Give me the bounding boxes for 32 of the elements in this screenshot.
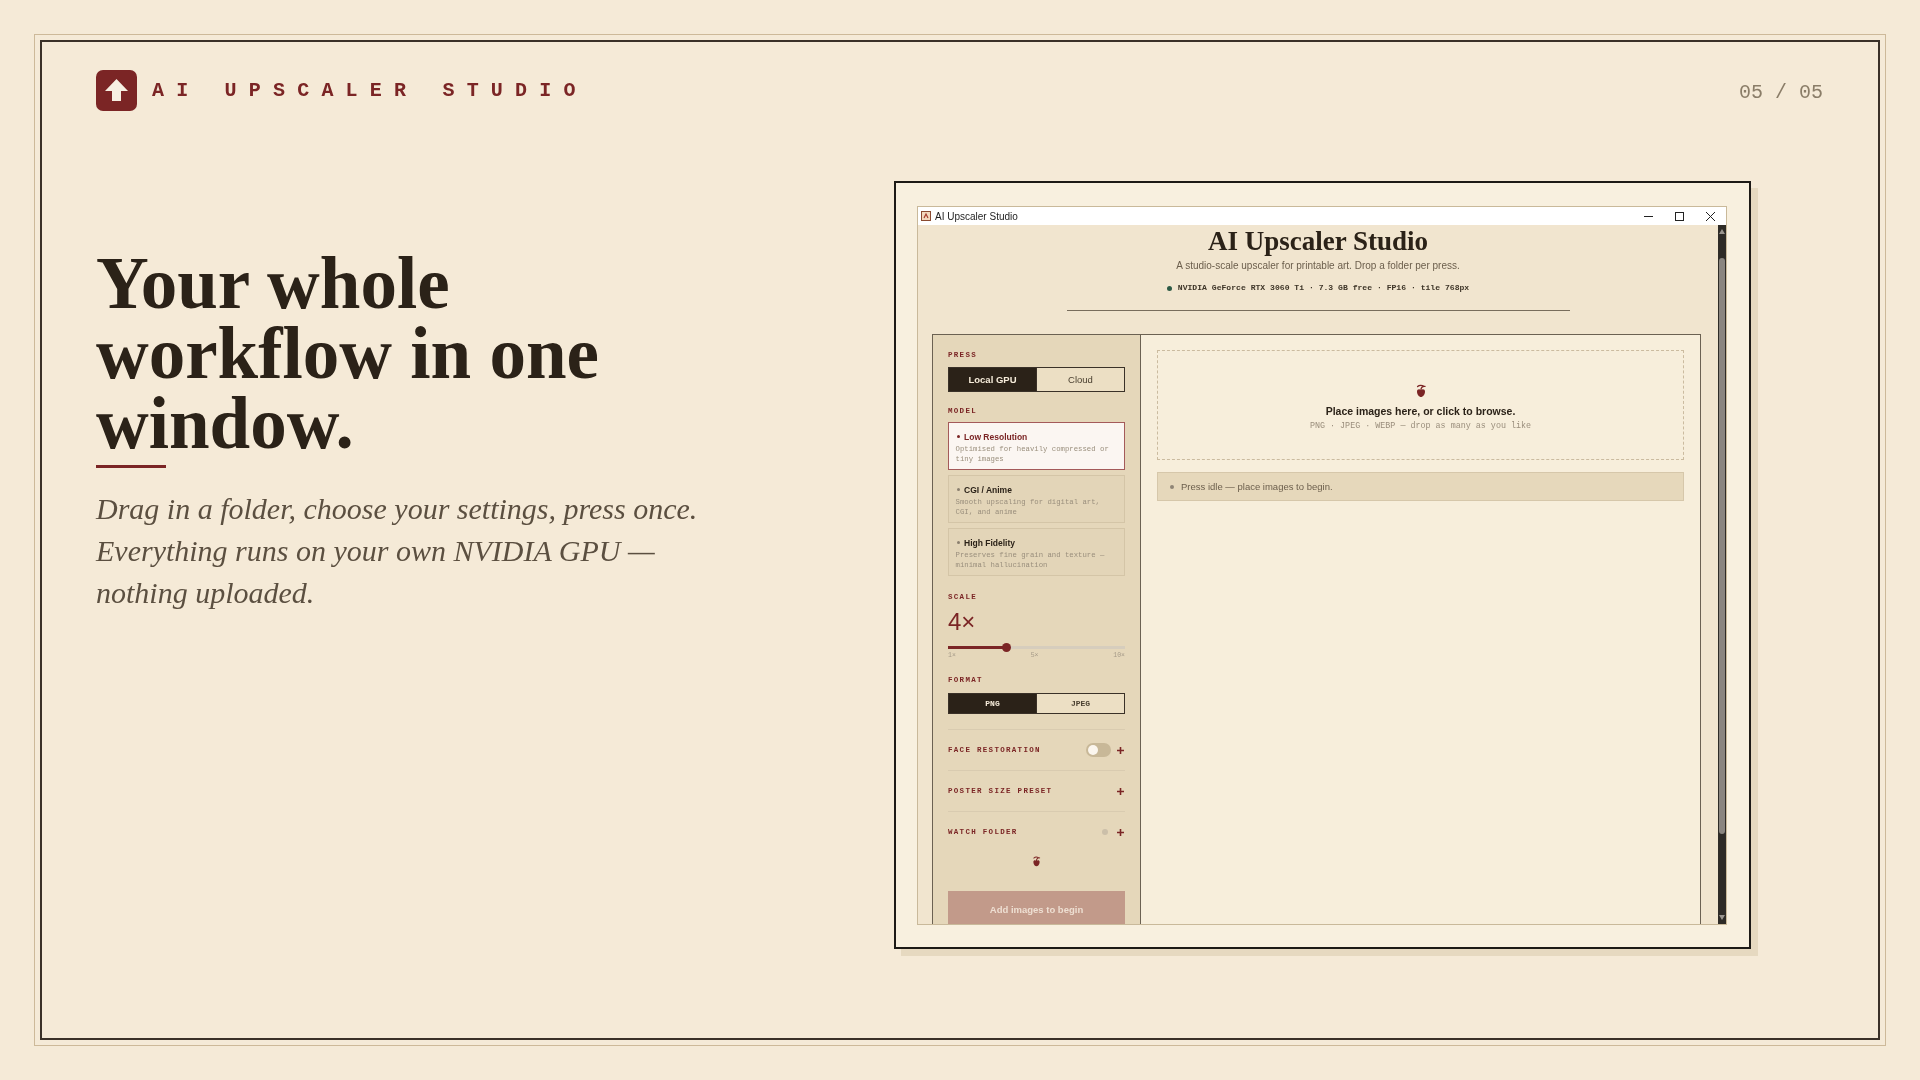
headline: Your whole workflow in one window.	[96, 249, 600, 459]
cherry-icon	[1031, 856, 1042, 867]
scroll-up-arrow-icon[interactable]	[1719, 229, 1725, 234]
toggle-switch[interactable]	[1086, 743, 1111, 757]
app-title: AI Upscaler Studio	[1207, 227, 1428, 255]
bullet-icon	[957, 541, 960, 545]
brand-name: AI UPSCALER STUDIO	[152, 79, 588, 102]
scale-value: 4×	[948, 609, 977, 635]
status-text: Press idle — place images to begin.	[1181, 481, 1333, 492]
plus-icon[interactable]	[1117, 746, 1124, 754]
plus-icon[interactable]	[1117, 828, 1124, 836]
bullet-icon	[957, 488, 960, 492]
scroll-down-arrow-icon[interactable]	[1719, 915, 1725, 920]
format-tab[interactable]: JPEG	[1036, 694, 1124, 713]
drop-zone[interactable]: Place images here, or click to browse. PNG · JPEG · WEBP — drop as many as you like	[1157, 350, 1684, 460]
drop-zone-title: Place images here, or click to browse.	[1325, 404, 1516, 418]
bullet-icon	[957, 435, 960, 439]
plus-icon[interactable]	[1117, 787, 1124, 795]
slider-thumb[interactable]	[1002, 643, 1012, 652]
close-icon[interactable]	[1706, 211, 1715, 221]
scrollbar-thumb[interactable]	[1719, 258, 1725, 834]
format-tab[interactable]: PNG	[949, 694, 1036, 713]
app-subtitle: A studio-scale upscaler for printable art. Drop a folder per press.	[1176, 259, 1460, 273]
subheading: Drag in a folder, choose your settings, press once. Everything runs on your own NVIDIA GPU — nothing uploaded.	[96, 491, 699, 611]
window-title: AI Upscaler Studio	[935, 210, 1018, 222]
maximize-icon[interactable]	[1675, 211, 1684, 221]
page-number: 05 / 05	[1739, 80, 1823, 104]
press-mode-tab[interactable]: Cloud	[1036, 368, 1124, 391]
app-icon	[921, 211, 931, 221]
press-mode-tab[interactable]: Local GPU	[949, 368, 1036, 391]
gpu-status: NVIDIA GeForce RTX 3060 Ti · 7.3 GB free · FP16 · tile 768px	[1177, 282, 1470, 294]
drop-zone-hint: PNG · JPEG · WEBP — drop as many as you like	[1309, 420, 1532, 431]
